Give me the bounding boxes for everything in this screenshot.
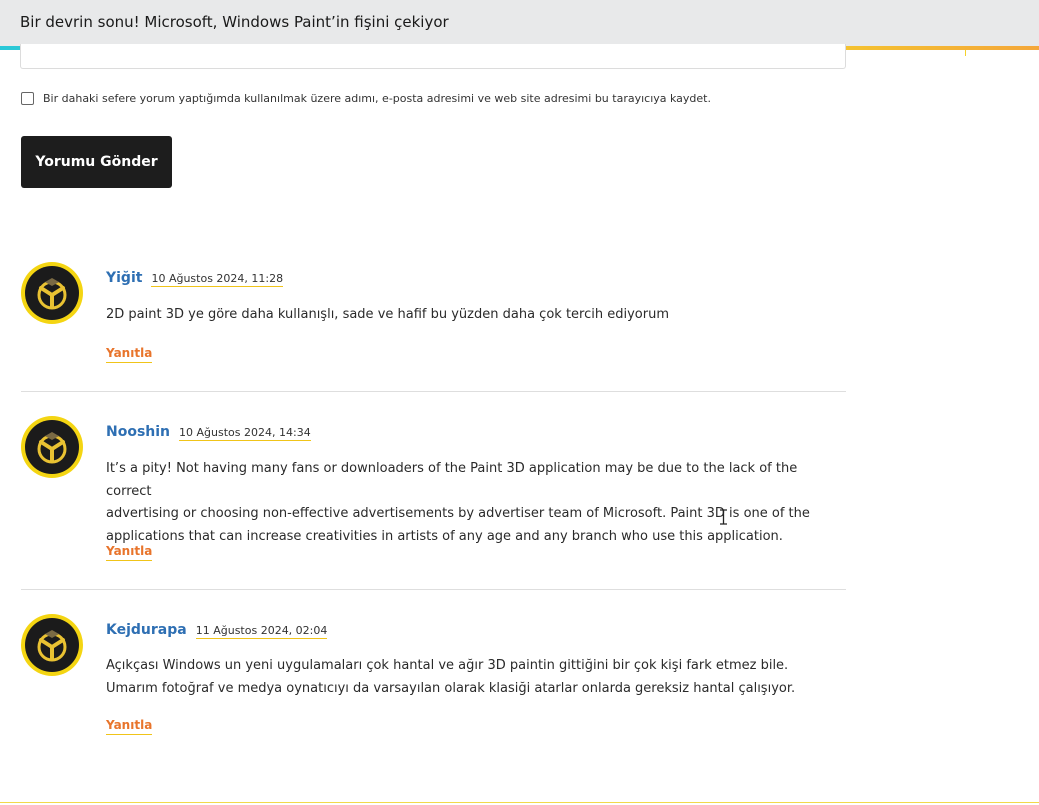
comment-divider [21,391,846,392]
comment-textarea[interactable] [20,44,846,69]
comment-author[interactable]: Kejdurapa [106,622,187,638]
avatar [21,262,83,324]
comment-body: It’s a pity! Not having many fans or dow… [106,458,826,548]
comment-line: applications that can increase creativit… [106,528,783,544]
submit-comment-button[interactable]: Yorumu Gönder [21,136,172,188]
consent-label: Bir dahaki sefere yorum yaptığımda kulla… [43,92,711,105]
consent-checkbox[interactable] [21,92,34,105]
comment-line: 2D paint 3D ye göre daha kullanışlı, sad… [106,307,669,322]
page-title: Bir devrin sonu! Microsoft, Windows Pain… [20,13,449,31]
yellow-tripod-logo-icon [37,630,67,662]
comment-author[interactable]: Yiğit [106,270,142,286]
comment-line: advertising or choosing non-effective ad… [106,506,810,521]
consent-row[interactable]: Bir dahaki sefere yorum yaptığımda kulla… [21,92,711,105]
top-bar: Bir devrin sonu! Microsoft, Windows Pain… [0,0,1039,46]
reply-link[interactable]: Yanıtla [106,718,153,735]
comment-divider [21,589,846,590]
avatar [21,416,83,478]
text-cursor-icon [720,509,727,525]
comment-date[interactable]: 10 Ağustos 2024, 11:28 [151,272,284,287]
comment-body: 2D paint 3D ye göre daha kullanışlı, sad… [106,304,826,327]
comment-date[interactable]: 10 Ağustos 2024, 14:34 [179,426,311,441]
comment-body: Açıkçası Windows un yeni uygulamaları ço… [106,655,826,700]
comment-line: Umarım fotoğraf ve medya oynatıcıyı da v… [106,680,796,696]
avatar [21,614,83,676]
comment-date[interactable]: 11 Ağustos 2024, 02:04 [195,624,328,639]
progress-marker [965,50,966,56]
yellow-tripod-logo-icon [37,278,67,310]
comment-line: Açıkçası Windows un yeni uygulamaları ço… [106,658,789,673]
comment-author[interactable]: Nooshin [106,424,170,440]
reply-link[interactable]: Yanıtla [106,346,153,363]
comment-line: It’s a pity! Not having many fans or dow… [106,461,798,499]
yellow-tripod-logo-icon [37,432,67,464]
footer-divider [0,802,1039,803]
reply-link[interactable]: Yanıtla [106,544,153,561]
